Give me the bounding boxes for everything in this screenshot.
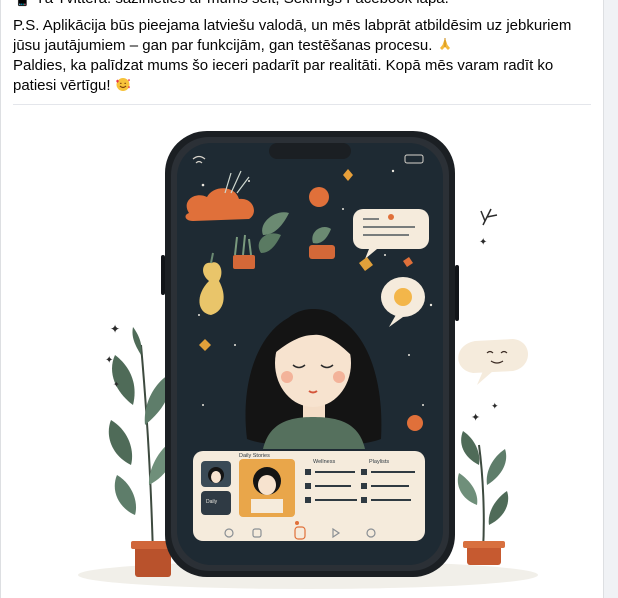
post-paragraph-ps: P.S. Aplikācija būs pieejama latviešu va…	[13, 16, 598, 56]
svg-text:✦: ✦	[113, 380, 120, 389]
post-text-cut-line: 📱 Tā Tvitterā: sazinieties ar mums šeit,…	[13, 0, 449, 9]
ps-line-2: jūsu jautājumiem – gan par funkcijām, ga…	[13, 37, 433, 54]
svg-text:✦: ✦	[471, 412, 480, 424]
phone-illustration: ✦ ✦ ✦ ✦ ✦ ✦ Daily Daily Stories Wellness…	[13, 105, 593, 598]
svg-text:✦: ✦	[105, 355, 113, 366]
svg-text:✦: ✦	[491, 401, 499, 411]
praying-hands-emoji-icon	[439, 38, 450, 50]
svg-text:✦: ✦	[110, 322, 120, 336]
ps-line-1: P.S. Aplikācija būs pieejama latviešu va…	[13, 17, 572, 34]
smartphone-illustration: Daily Daily Stories Wellness Playlists	[161, 131, 459, 577]
thanks-line-1: Paldies, ka palīdzat mums šo ieceri pada…	[13, 57, 554, 74]
thanks-line-2: patiesi vērtīgu!	[13, 77, 111, 94]
post-image[interactable]: ✦ ✦ ✦ ✦ ✦ ✦ Daily Daily Stories Wellness…	[13, 105, 593, 598]
svg-text:Daily: Daily	[206, 499, 218, 505]
svg-text:✦: ✦	[479, 237, 487, 248]
post-paragraph-thanks: Paldies, ka palīdzat mums šo ieceri pada…	[13, 56, 598, 96]
panel-label-3: Playlists	[369, 459, 389, 465]
post-card: 📱 Tā Tvitterā: sazinieties ar mums šeit,…	[0, 0, 604, 598]
panel-label-1: Daily Stories	[239, 453, 270, 459]
smiling-face-hearts-emoji-icon	[115, 78, 130, 91]
panel-label-2: Wellness	[313, 459, 335, 465]
